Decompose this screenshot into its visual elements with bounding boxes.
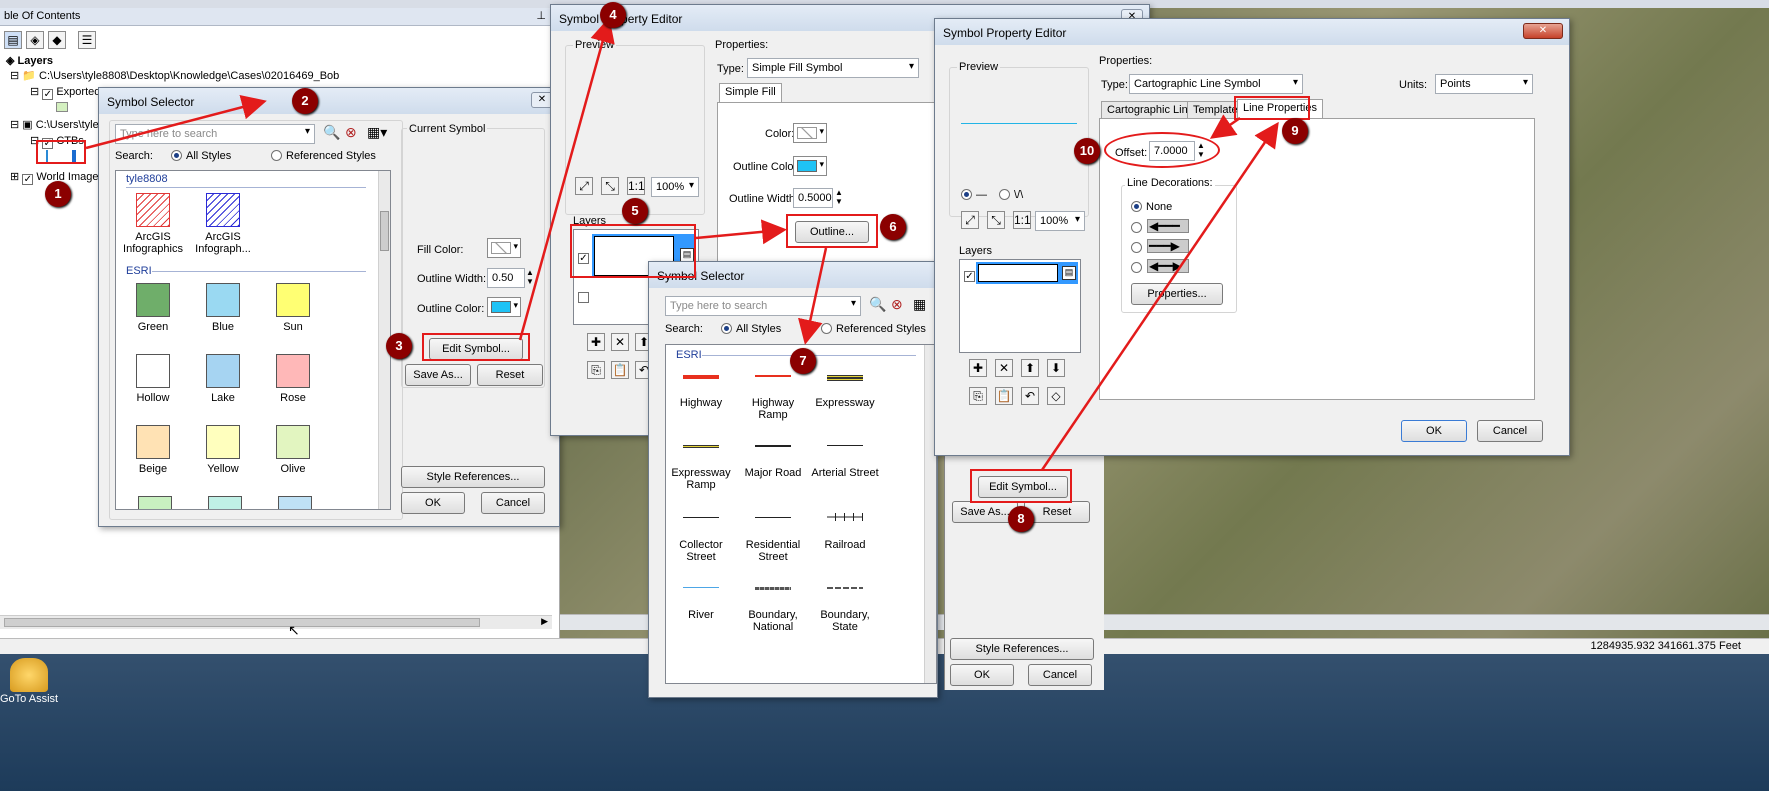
callout-6: 6 [880, 214, 906, 240]
annotation-arrows [85, 17, 1279, 471]
callout-5: 5 [622, 198, 648, 224]
callout-9: 9 [1282, 118, 1308, 144]
mouse-cursor-icon: ↖ [288, 622, 300, 638]
callout-1: 1 [45, 181, 71, 207]
callout-8: 8 [1008, 506, 1034, 532]
callout-4: 4 [600, 2, 626, 28]
callout-10: 10 [1074, 138, 1100, 164]
callout-2: 2 [292, 88, 318, 114]
callout-3: 3 [386, 333, 412, 359]
callout-7: 7 [790, 348, 816, 374]
